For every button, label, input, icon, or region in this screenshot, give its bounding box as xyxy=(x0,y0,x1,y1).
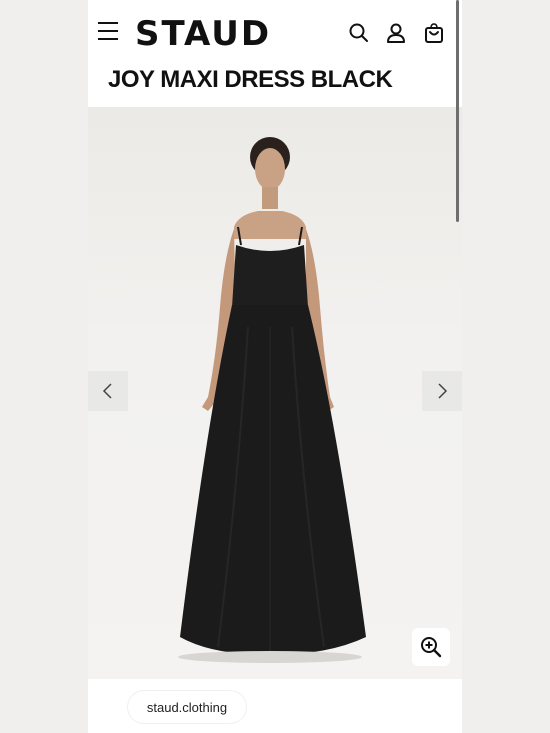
phone-screen: STAUD JOY MAXI DRESS BLACK xyxy=(88,0,462,733)
bag-icon[interactable] xyxy=(423,22,445,44)
chevron-right-icon xyxy=(438,383,448,399)
menu-icon[interactable] xyxy=(98,22,118,40)
zoom-in-icon xyxy=(421,637,442,658)
product-photo xyxy=(178,137,366,663)
search-icon[interactable] xyxy=(348,22,370,44)
right-backdrop xyxy=(462,0,550,733)
scrollbar[interactable] xyxy=(456,0,459,222)
source-label: staud.clothing xyxy=(128,691,246,723)
next-image-button[interactable] xyxy=(422,371,462,411)
account-icon[interactable] xyxy=(385,22,407,44)
zoom-button[interactable] xyxy=(412,628,450,666)
previous-image-button[interactable] xyxy=(88,371,128,411)
left-backdrop xyxy=(0,0,88,733)
brand-logo[interactable]: STAUD xyxy=(135,14,271,54)
chevron-left-icon xyxy=(102,383,112,399)
product-image-gallery[interactable] xyxy=(88,107,462,679)
site-header: STAUD xyxy=(88,0,462,66)
product-title: JOY MAXI DRESS BLACK xyxy=(108,66,393,93)
